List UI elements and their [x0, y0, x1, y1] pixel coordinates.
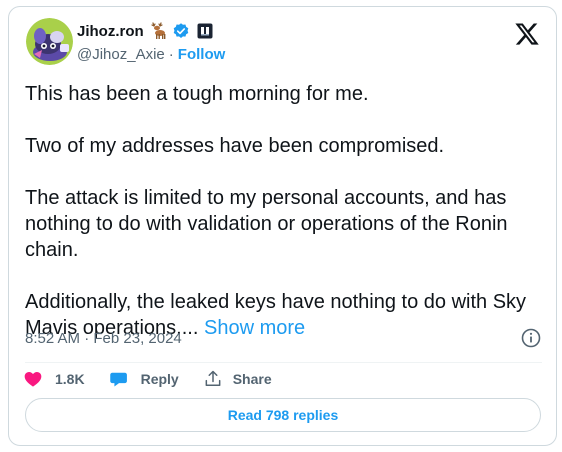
- x-logo-icon[interactable]: [514, 21, 540, 47]
- tweet-card: Jihoz.ron @Jihoz_Axie · Follow This has …: [8, 6, 557, 446]
- divider: [25, 362, 542, 363]
- affiliate-badge-icon[interactable]: [197, 23, 213, 39]
- author-handle[interactable]: @Jihoz_Axie: [77, 46, 165, 63]
- heart-icon: [24, 372, 42, 387]
- show-more-link[interactable]: Show more: [204, 317, 305, 339]
- author-display-name[interactable]: Jihoz.ron: [77, 23, 144, 40]
- tweet-text: This has been a tough morning for me. Tw…: [25, 81, 541, 341]
- tweet-actions: 1.8K Reply Share: [23, 367, 272, 391]
- verified-badge-icon[interactable]: [172, 22, 190, 40]
- read-replies-button[interactable]: Read 798 replies: [25, 398, 541, 432]
- tweet-timestamp[interactable]: 8:52 AM · Feb 23, 2024: [25, 330, 182, 347]
- upload-icon: [205, 370, 221, 386]
- reply-label: Reply: [140, 371, 179, 387]
- separator-dot: ·: [168, 45, 174, 63]
- tweet-paragraph: This has been a tough morning for me.: [25, 83, 369, 105]
- author-handle-row: @Jihoz_Axie · Follow: [77, 44, 225, 64]
- tweet-meta: 8:52 AM · Feb 23, 2024: [25, 328, 182, 348]
- speech-bubble-icon: [109, 372, 127, 387]
- deer-icon: [148, 21, 168, 41]
- avatar[interactable]: [26, 18, 73, 65]
- share-button[interactable]: Share: [203, 369, 272, 389]
- tweet-paragraph: The attack is limited to my personal acc…: [25, 187, 508, 261]
- avatar-image: [26, 18, 73, 65]
- share-label: Share: [232, 371, 272, 387]
- info-icon[interactable]: [520, 327, 542, 349]
- reply-button[interactable]: Reply: [109, 369, 179, 389]
- follow-button[interactable]: Follow: [178, 46, 226, 63]
- author-name-row: Jihoz.ron: [77, 20, 213, 42]
- like-count: 1.8K: [55, 371, 85, 387]
- like-button[interactable]: 1.8K: [23, 369, 85, 389]
- tweet-paragraph: Two of my addresses have been compromise…: [25, 135, 445, 157]
